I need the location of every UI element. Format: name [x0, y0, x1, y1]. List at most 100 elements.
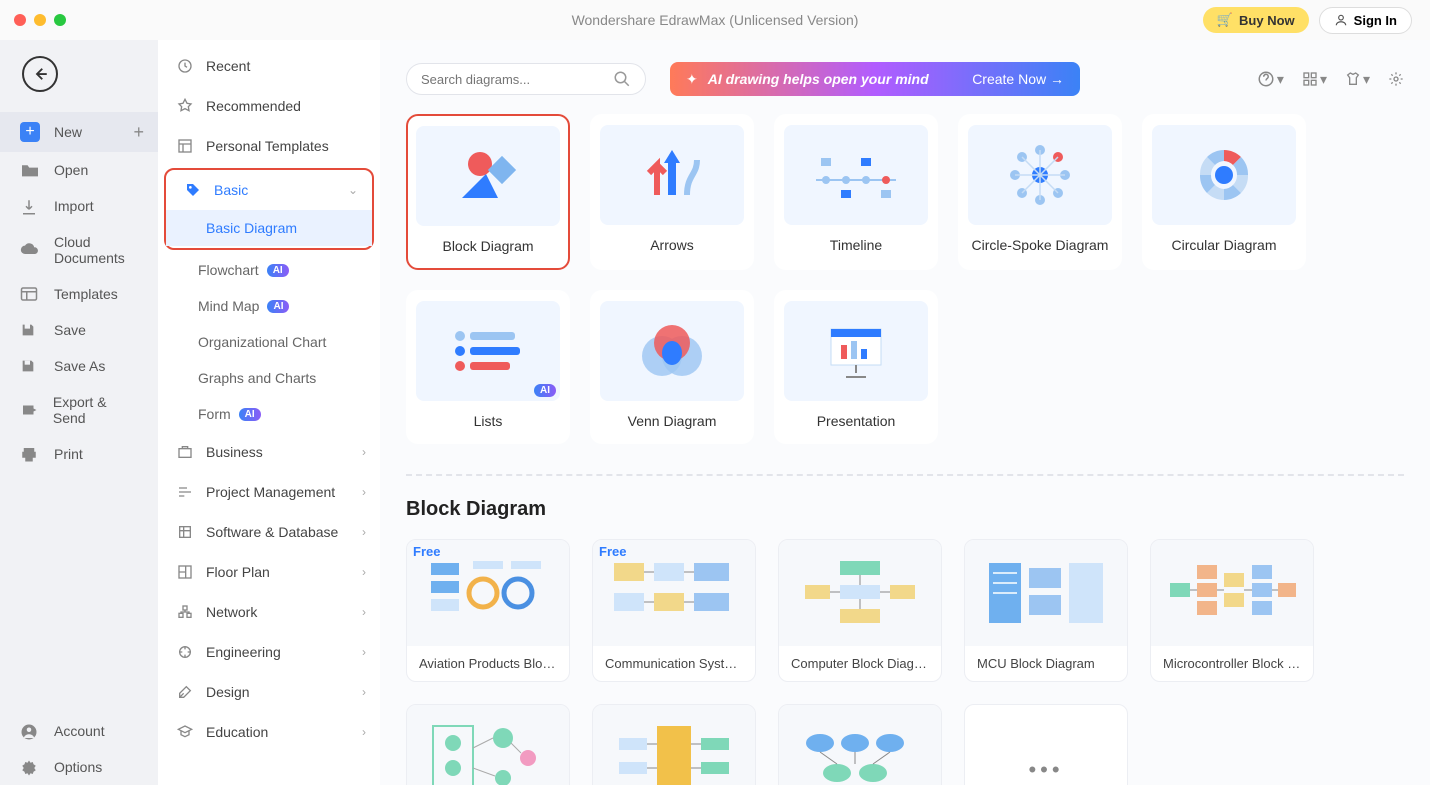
shirt-icon[interactable]: ▾: [1345, 70, 1370, 88]
cat-software-database[interactable]: Software & Database ›: [158, 512, 380, 552]
cat-business[interactable]: Business ›: [158, 432, 380, 472]
nav-save-as[interactable]: Save As: [0, 348, 158, 384]
nav-save-as-label: Save As: [54, 358, 105, 374]
minimize-window-button[interactable]: [34, 14, 46, 26]
nav-options[interactable]: Options: [0, 749, 158, 785]
nav-export[interactable]: Export & Send: [0, 384, 158, 436]
nav-export-label: Export & Send: [53, 394, 138, 426]
title-bar: Wondershare EdrawMax (Unlicensed Version…: [0, 0, 1430, 40]
tile-block-diagram[interactable]: Block Diagram: [406, 114, 570, 270]
chevron-right-icon: ›: [362, 605, 366, 619]
template-card[interactable]: [592, 704, 756, 785]
main-content: ✦ AI drawing helps open your mind Create…: [380, 40, 1430, 785]
template-card[interactable]: Free Aviation Products Block D...: [406, 539, 570, 682]
user-icon: [1334, 13, 1348, 27]
template-card[interactable]: Free Communication System B...: [592, 539, 756, 682]
cat-personal-templates[interactable]: Personal Templates: [158, 126, 380, 166]
search-input[interactable]: [421, 72, 613, 87]
cat-personal-label: Personal Templates: [206, 138, 329, 154]
cat-flowchart[interactable]: Flowchart AI: [158, 252, 380, 288]
cat-org-chart[interactable]: Organizational Chart: [158, 324, 380, 360]
nav-import[interactable]: Import: [0, 188, 158, 224]
tile-timeline[interactable]: Timeline: [774, 114, 938, 270]
buy-now-button[interactable]: 🛒 Buy Now: [1203, 7, 1309, 33]
nav-save[interactable]: Save: [0, 312, 158, 348]
chevron-right-icon: ›: [362, 685, 366, 699]
template-card[interactable]: Microcontroller Block Diag...: [1150, 539, 1314, 682]
database-icon: [176, 523, 194, 541]
ai-banner[interactable]: ✦ AI drawing helps open your mind Create…: [670, 62, 1080, 96]
search-icon[interactable]: [613, 70, 631, 88]
template-icon: [176, 137, 194, 155]
cat-floor-plan[interactable]: Floor Plan ›: [158, 552, 380, 592]
nav-templates-label: Templates: [54, 286, 118, 302]
template-thumbnail: [1151, 540, 1313, 646]
maximize-window-button[interactable]: [54, 14, 66, 26]
nav-cloud-label: Cloud Documents: [54, 234, 138, 266]
close-window-button[interactable]: [14, 14, 26, 26]
cat-mind-map[interactable]: Mind Map AI: [158, 288, 380, 324]
template-label: Computer Block Diagram: [779, 646, 941, 681]
cat-recent[interactable]: Recent: [158, 46, 380, 86]
template-label: Aviation Products Block D...: [407, 646, 569, 681]
cat-network-label: Network: [206, 604, 257, 620]
tile-venn-diagram[interactable]: Venn Diagram: [590, 290, 754, 444]
tile-lists[interactable]: AI Lists: [406, 290, 570, 444]
nav-open-label: Open: [54, 162, 88, 178]
save-as-icon: [20, 358, 40, 374]
tile-arrows[interactable]: Arrows: [590, 114, 754, 270]
cat-mind-map-label: Mind Map: [198, 298, 259, 314]
nav-open[interactable]: Open: [0, 152, 158, 188]
save-icon: [20, 322, 40, 338]
tile-label: Venn Diagram: [628, 413, 717, 429]
chevron-right-icon: ›: [362, 565, 366, 579]
content-topbar: ✦ AI drawing helps open your mind Create…: [406, 40, 1404, 114]
cat-engineering[interactable]: Engineering ›: [158, 632, 380, 672]
cat-basic-diagram[interactable]: Basic Diagram: [166, 210, 372, 246]
ai-badge: AI: [267, 264, 289, 277]
tile-presentation[interactable]: Presentation: [774, 290, 938, 444]
clock-icon: [176, 57, 194, 75]
floor-plan-icon: [176, 563, 194, 581]
cat-project-label: Project Management: [206, 484, 335, 500]
nav-cloud-documents[interactable]: Cloud Documents: [0, 224, 158, 276]
tile-label: Lists: [474, 413, 503, 429]
section-divider: [406, 474, 1404, 476]
tile-label: Arrows: [650, 237, 694, 253]
template-thumbnail: [779, 540, 941, 646]
nav-new[interactable]: + New +: [0, 112, 158, 152]
grid-icon[interactable]: ▾: [1302, 70, 1327, 88]
nav-templates[interactable]: Templates: [0, 276, 158, 312]
help-icon[interactable]: ▾: [1257, 70, 1284, 88]
sign-in-button[interactable]: Sign In: [1319, 7, 1412, 34]
cat-basic[interactable]: Basic ⌄: [166, 170, 372, 210]
template-card[interactable]: [406, 704, 570, 785]
nav-import-label: Import: [54, 198, 94, 214]
cat-graphs-charts[interactable]: Graphs and Charts: [158, 360, 380, 396]
template-card[interactable]: MCU Block Diagram: [964, 539, 1128, 682]
cat-education[interactable]: Education ›: [158, 712, 380, 752]
settings-icon[interactable]: [1388, 70, 1404, 88]
cat-recommended[interactable]: Recommended: [158, 86, 380, 126]
tile-label: Circular Diagram: [1171, 237, 1276, 253]
template-more[interactable]: •••: [964, 704, 1128, 785]
engineering-icon: [176, 643, 194, 661]
template-card[interactable]: Computer Block Diagram: [778, 539, 942, 682]
free-tag: Free: [413, 544, 440, 559]
tile-circular-diagram[interactable]: Circular Diagram: [1142, 114, 1306, 270]
cat-project-management[interactable]: Project Management ›: [158, 472, 380, 512]
nav-account[interactable]: Account: [0, 713, 158, 749]
cat-floor-label: Floor Plan: [206, 564, 270, 580]
cat-network[interactable]: Network ›: [158, 592, 380, 632]
cloud-icon: [20, 242, 40, 258]
export-icon: [20, 402, 39, 418]
network-icon: [176, 603, 194, 621]
tile-circle-spoke[interactable]: Circle-Spoke Diagram: [958, 114, 1122, 270]
template-card[interactable]: [778, 704, 942, 785]
nav-print[interactable]: Print: [0, 436, 158, 472]
add-icon[interactable]: +: [133, 122, 144, 143]
cat-form[interactable]: Form AI: [158, 396, 380, 432]
back-button[interactable]: [22, 56, 58, 92]
search-box[interactable]: [406, 63, 646, 95]
cat-design[interactable]: Design ›: [158, 672, 380, 712]
